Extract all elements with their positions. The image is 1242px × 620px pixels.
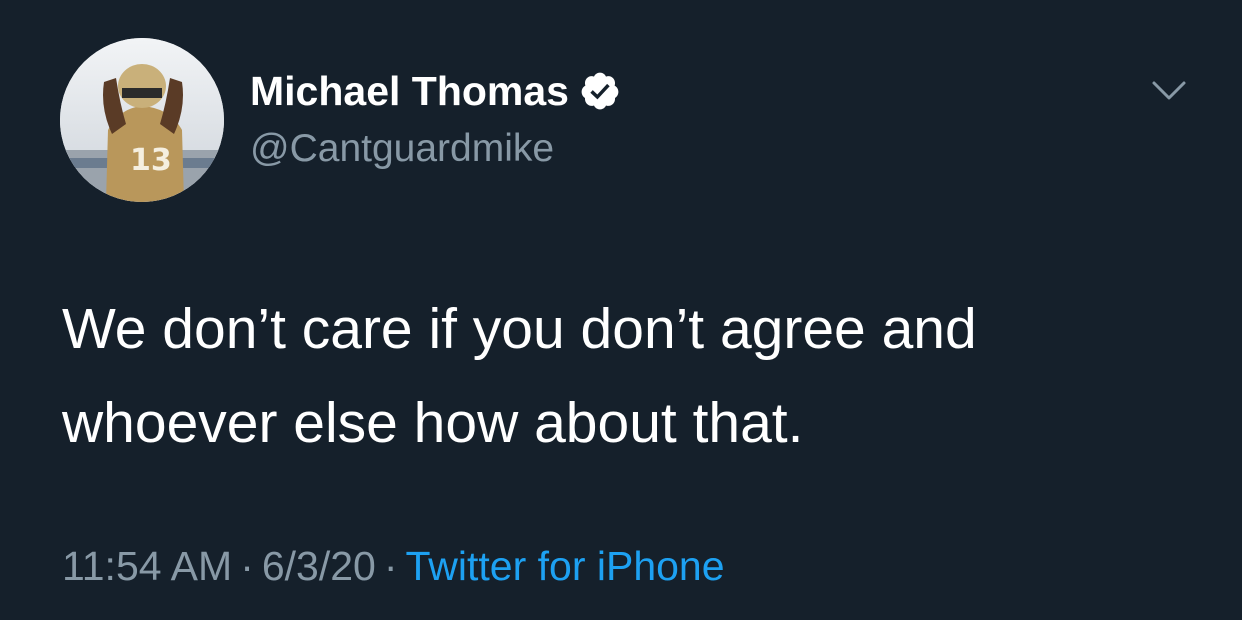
timestamp-time[interactable]: 11:54 AM (62, 543, 232, 589)
chevron-down-icon[interactable] (1148, 74, 1190, 106)
svg-text:13: 13 (130, 143, 172, 178)
separator: · (240, 543, 254, 589)
profile-photo: 13 (60, 38, 224, 202)
verified-badge-icon (581, 72, 619, 110)
display-name[interactable]: Michael Thomas (250, 66, 569, 116)
handle[interactable]: @Cantguardmike (250, 124, 554, 174)
avatar[interactable]: 13 (60, 38, 224, 202)
source-link[interactable]: Twitter for iPhone (406, 543, 725, 589)
tweet-card: 13 Michael Thomas @Cantguardmike We don’… (0, 0, 1242, 620)
tweet-meta: 11:54 AM · 6/3/20 · Twitter for iPhone (62, 540, 725, 592)
timestamp-date[interactable]: 6/3/20 (262, 543, 376, 589)
separator: · (383, 543, 398, 589)
tweet-text: We don’t care if you don’t agree and who… (62, 297, 977, 455)
author-name-row: Michael Thomas (250, 66, 621, 116)
